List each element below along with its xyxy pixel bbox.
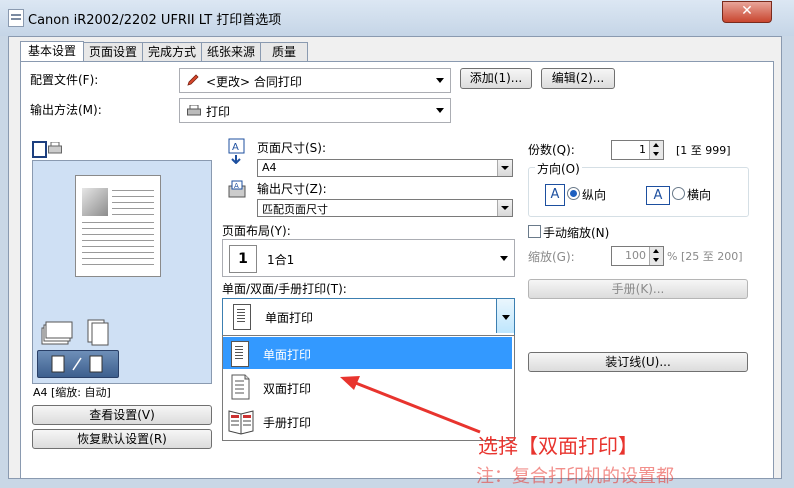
output-size-label: 输出尺寸(Z): [257,182,327,196]
profile-combo[interactable]: <更改> 合同打印 [179,68,451,93]
tab-basic-settings[interactable]: 基本设置 [20,41,84,63]
output-method-combo[interactable]: 打印 [179,98,451,123]
output-method-label: 输出方法(M): [30,103,102,117]
tab-quality[interactable]: 质量 [260,42,308,62]
chevron-down-icon [497,160,512,176]
page-size-select[interactable]: A4 [257,159,513,177]
printer-app-icon [8,9,24,27]
page-layout-label: 页面布局(Y): [222,224,291,238]
duplex-combo[interactable]: 单面打印 [222,298,515,336]
close-button[interactable]: ✕ [722,1,772,23]
copies-spinner[interactable]: 1 [611,140,664,160]
spinner-arrows-icon[interactable] [649,141,663,159]
booklet-button[interactable]: 手册(K)... [528,279,748,299]
output-size-icon: A [228,180,246,198]
paper-stack-icon [40,318,76,346]
chevron-down-icon [497,200,512,216]
page-layout-value: 1合1 [267,253,295,267]
copies-value: 1 [639,143,646,156]
page-size-value: A4 [262,161,277,174]
single-sided-doc-icon [233,304,251,330]
profile-value: <更改> 合同打印 [206,75,302,89]
add-profile-button[interactable]: 添加(1)... [460,68,532,89]
landscape-label: 横向 [687,188,712,202]
duplex-value: 单面打印 [265,311,314,325]
annotation-text: 选择【双面打印】 [478,434,638,458]
restore-defaults-button[interactable]: 恢复默认设置(R) [32,429,212,449]
print-preview-toggle-button[interactable] [37,350,119,378]
view-settings-button[interactable]: 查看设置(V) [32,405,212,425]
single-sided-doc-icon [231,341,249,367]
annotation-arrow [340,376,481,434]
chevron-down-icon [436,108,444,113]
portrait-label: 纵向 [582,188,607,202]
output-paper-icon [84,318,112,346]
preview-page [75,175,161,277]
layout-1-in-1-icon: 1 [229,245,257,273]
copies-label: 份数(Q): [528,143,575,157]
duplex-option-single[interactable]: 单面打印 [223,337,512,369]
portrait-radio[interactable] [567,187,580,200]
tab-paper-source[interactable]: 纸张来源 [201,42,261,62]
scaling-value: 100 [625,249,646,262]
orientation-label: 方向(O) [535,160,582,177]
tab-page-settings[interactable]: 页面设置 [83,42,143,62]
landscape-a-icon: A [646,186,670,205]
chevron-down-icon [500,256,508,261]
output-size-value: 匹配页面尺寸 [262,203,328,216]
page-size-icon: A [228,138,246,165]
copies-range: [1 至 999] [676,144,731,157]
output-size-select[interactable]: 匹配页面尺寸 [257,199,513,217]
chevron-down-icon [502,315,510,320]
output-method-value: 打印 [206,105,231,119]
double-sided-doc-icon [231,374,251,400]
page-layout-combo[interactable]: 1 1合1 [222,239,515,277]
portrait-a-icon: A [545,184,565,206]
spinner-arrows-icon[interactable] [649,247,663,265]
scaling-spinner[interactable]: 100 [611,246,664,266]
annotation-caption-partial: 注：复合打印机的设置都 [476,466,674,487]
page-size-label: 页面尺寸(S): [257,141,327,155]
landscape-radio[interactable] [672,187,685,200]
binding-gutter-button[interactable]: 装订线(U)... [528,352,748,372]
svg-text:A: A [232,142,239,153]
manual-scaling-label: 手动缩放(N) [543,226,610,240]
chevron-down-icon [436,78,444,83]
preview-status: A4 [缩放: 自动] [33,386,111,399]
preview-page-view-icon[interactable] [32,141,47,158]
preview-printer-view-icon[interactable] [48,141,62,154]
scaling-range: % [25 至 200] [667,250,743,263]
manual-scaling-checkbox[interactable] [528,225,541,238]
edit-profile-button[interactable]: 编辑(2)... [541,68,615,89]
scaling-label: 缩放(G): [528,250,575,264]
pencil-icon [186,73,200,87]
tab-finishing[interactable]: 完成方式 [142,42,202,62]
profile-label: 配置文件(F): [30,73,99,87]
svg-text:A: A [234,182,239,190]
printer-icon [187,104,201,116]
booklet-icon [227,407,255,435]
window-title: Canon iR2002/2202 UFRII LT 打印首选项 [28,13,282,28]
duplex-label: 单面/双面/手册打印(T): [222,282,347,296]
